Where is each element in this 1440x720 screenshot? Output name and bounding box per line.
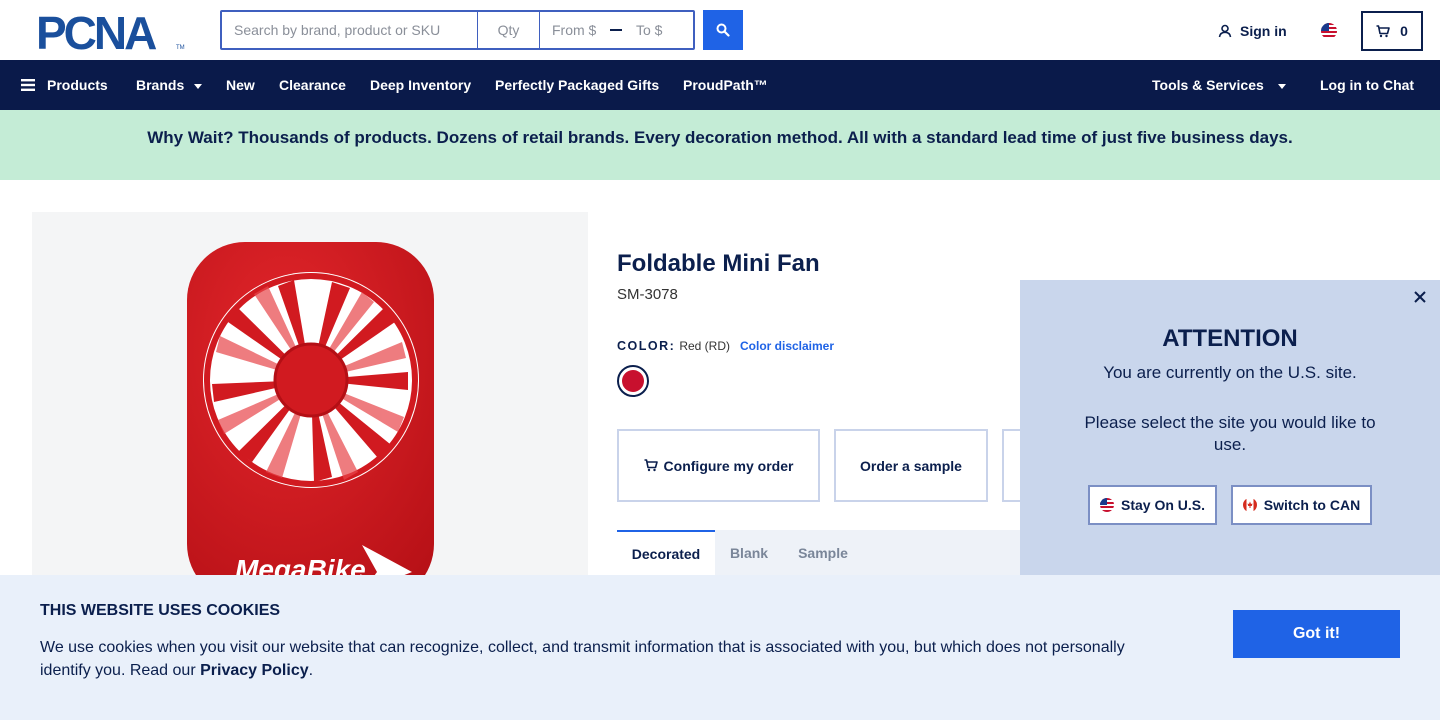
stay-us-button[interactable]: Stay On U.S. [1088, 485, 1217, 525]
cookie-period: . [308, 662, 314, 679]
product-title: Foldable Mini Fan [617, 250, 820, 277]
switch-can-label: Switch to CAN [1263, 497, 1361, 513]
tab-blank[interactable]: Blank [717, 530, 781, 575]
privacy-policy-link[interactable]: Privacy Policy [200, 662, 309, 679]
cookie-banner: THIS WEBSITE USES COOKIES We use cookies… [0, 575, 1440, 720]
modal-current-site-text: You are currently on the U.S. site. [1103, 363, 1357, 382]
user-icon [1218, 24, 1232, 38]
search-icon [716, 23, 730, 37]
nav-brands-label: Brands [136, 77, 185, 93]
stay-us-label: Stay On U.S. [1120, 497, 1206, 513]
quantity-input[interactable] [478, 12, 540, 48]
sign-in-link[interactable]: Sign in [1218, 20, 1287, 42]
chevron-down-icon [194, 83, 203, 89]
chevron-down-icon [1277, 83, 1286, 89]
nav-proudpath[interactable]: ProudPath™ [683, 60, 768, 110]
nav-gifts[interactable]: Perfectly Packaged Gifts [495, 60, 659, 110]
order-sample-label: Order a sample [860, 457, 962, 474]
cookie-text: We use cookies when you visit our websit… [40, 636, 1150, 682]
color-label: COLOR: [617, 339, 676, 353]
cart-count: 0 [1400, 23, 1408, 39]
close-icon[interactable] [1412, 289, 1428, 305]
nav-new[interactable]: New [226, 60, 255, 110]
us-flag-icon[interactable] [1321, 23, 1337, 39]
site-selection-modal: ATTENTION You are currently on the U.S. … [1020, 280, 1440, 575]
tab-sample[interactable]: Sample [787, 530, 859, 575]
product-sku: SM-3078 [617, 286, 678, 303]
search-bar [220, 10, 695, 50]
modal-select-site-text: Please select the site you would like to… [1084, 413, 1376, 454]
canada-flag-icon [1242, 498, 1257, 512]
accept-cookies-button[interactable]: Got it! [1233, 610, 1400, 658]
product-image[interactable]: MegaBike [32, 212, 588, 575]
tab-decorated[interactable]: Decorated [617, 530, 715, 575]
order-sample-button[interactable]: Order a sample [834, 429, 988, 502]
cookie-heading: THIS WEBSITE USES COOKIES [40, 602, 281, 619]
svg-text:PCNA: PCNA [36, 11, 156, 51]
range-dash [608, 12, 624, 48]
configure-order-button[interactable]: Configure my order [617, 429, 820, 502]
svg-text:TM: TM [176, 45, 185, 51]
nav-chat-login[interactable]: Log in to Chat [1320, 60, 1414, 110]
top-header: PCNA TM Sign in [0, 0, 1440, 60]
nav-tools-label: Tools & Services [1152, 77, 1264, 93]
switch-can-button[interactable]: Switch to CAN [1231, 485, 1372, 525]
sign-in-label: Sign in [1240, 23, 1287, 39]
main-nav: Products Brands New Clearance Deep Inven… [0, 60, 1440, 110]
pricing-tabs: Decorated Blank Sample [617, 530, 1020, 575]
nav-deep-inventory[interactable]: Deep Inventory [370, 60, 471, 110]
configure-order-label: Configure my order [663, 457, 794, 474]
search-input[interactable] [222, 12, 478, 48]
search-button[interactable] [703, 10, 743, 50]
color-value: Red (RD) [679, 339, 730, 353]
svg-text:MegaBike: MegaBike [235, 554, 366, 575]
modal-heading: ATTENTION [1162, 325, 1298, 352]
us-flag-icon [1099, 498, 1114, 512]
price-from-input[interactable] [540, 12, 608, 48]
color-swatch-red[interactable] [617, 365, 649, 397]
hamburger-icon [21, 79, 35, 91]
color-disclaimer-link[interactable]: Color disclaimer [740, 339, 834, 353]
cart-icon [644, 459, 658, 472]
nav-tools-services[interactable]: Tools & Services [1152, 60, 1286, 110]
price-to-input[interactable] [624, 12, 690, 48]
nav-brands[interactable]: Brands [136, 60, 203, 110]
cart-icon [1376, 24, 1390, 37]
cart-button[interactable]: 0 [1361, 11, 1423, 51]
pcna-logo[interactable]: PCNA TM [36, 7, 186, 59]
nav-products[interactable]: Products [21, 60, 108, 110]
promo-text: Why Wait? Thousands of products. Dozens … [147, 128, 1293, 147]
promo-banner: Why Wait? Thousands of products. Dozens … [0, 110, 1440, 180]
color-row: COLOR: Red (RD) Color disclaimer [617, 339, 834, 353]
nav-clearance[interactable]: Clearance [279, 60, 346, 110]
nav-products-label: Products [47, 77, 108, 93]
